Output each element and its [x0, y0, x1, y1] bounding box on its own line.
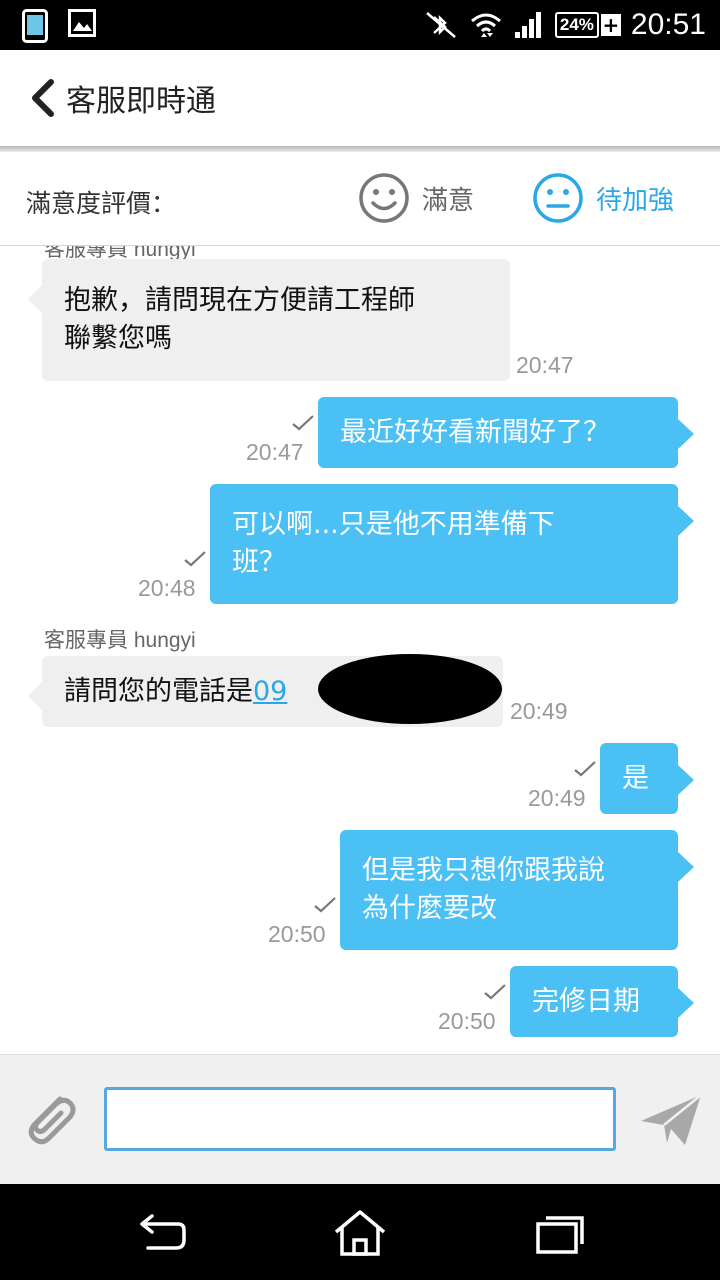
message-time: 20:47 — [516, 352, 574, 378]
battery-percent: 24% — [554, 12, 599, 38]
message-time: 20:49 — [528, 785, 586, 811]
status-time: 20:51 — [630, 8, 706, 41]
phone-number-link[interactable]: 09 — [253, 673, 287, 711]
message-text: 最近好好看新聞好了？ — [340, 416, 610, 448]
charging-icon: + — [600, 13, 621, 37]
rating-satisfied-button[interactable]: 滿意 — [358, 172, 474, 224]
nav-recents-icon — [536, 1216, 584, 1254]
nav-home-icon — [334, 1210, 386, 1256]
message-bubble-outgoing[interactable]: 但是我只想你跟我說 為什麼要改 — [340, 830, 694, 950]
read-check-icon — [484, 984, 506, 1000]
message-bubble-outgoing[interactable]: 完修日期 — [510, 966, 694, 1037]
message-text: 抱歉，請問現在方便請工程師 — [64, 285, 415, 316]
system-nav-bar — [0, 1184, 720, 1280]
paperclip-icon — [28, 1096, 76, 1145]
read-check-icon — [574, 761, 596, 777]
message-text: 但是我只想你跟我說 — [362, 855, 605, 886]
image-notification-icon — [68, 9, 96, 37]
composer — [0, 1054, 720, 1184]
rating-bar: 滿意度評價： 滿意 待加強 — [0, 152, 720, 246]
send-plane-icon — [641, 1094, 702, 1145]
read-check-icon — [314, 897, 336, 913]
message-time: 20:50 — [438, 1008, 496, 1034]
page-title: 客服即時通 — [66, 84, 216, 119]
nav-recents-button[interactable] — [532, 1208, 592, 1258]
read-check-icon — [292, 415, 314, 431]
smile-face-icon — [359, 173, 409, 223]
redaction-mark — [318, 654, 502, 724]
app-header: 客服即時通 — [0, 50, 720, 146]
message-sender: 客服專員 hungyi — [44, 629, 196, 652]
message-bubble-outgoing[interactable]: 是 — [600, 743, 694, 814]
message-text: 可以啊...只是他不用準備下 — [232, 509, 555, 540]
message-text: 班？ — [232, 547, 286, 578]
rating-label: 滿意度評價： — [26, 189, 177, 218]
message-input[interactable] — [104, 1087, 616, 1151]
phone-notification-icon — [22, 9, 48, 43]
message-time: 20:48 — [138, 575, 196, 601]
message-text: 請問您的電話是 — [64, 675, 253, 707]
message-text: 是 — [622, 762, 649, 794]
back-arrow-icon — [32, 79, 54, 117]
send-button[interactable] — [638, 1091, 704, 1149]
neutral-face-icon — [533, 173, 583, 223]
message-bubble-outgoing[interactable]: 可以啊...只是他不用準備下 班？ — [210, 484, 694, 604]
wifi-icon — [470, 13, 501, 37]
signal-icon — [514, 12, 541, 38]
message-time: 20:47 — [246, 439, 304, 465]
bluetooth-off-icon — [426, 12, 456, 38]
rating-satisfied-label: 滿意 — [422, 185, 475, 216]
back-button[interactable] — [12, 68, 72, 128]
message-time: 20:49 — [510, 698, 568, 724]
message-bubble-incoming[interactable]: 抱歉，請問現在方便請工程師 聯繫您嗎 — [28, 259, 510, 381]
rating-improve-label: 待加強 — [596, 185, 675, 216]
message-text: 聯繫您嗎 — [64, 323, 172, 354]
attach-button[interactable] — [16, 1085, 82, 1151]
nav-home-button[interactable] — [330, 1208, 390, 1258]
status-bar: 24% + 20:51 — [0, 0, 720, 50]
message-text: 為什麼要改 — [362, 893, 497, 924]
message-bubble-outgoing[interactable]: 最近好好看新聞好了？ — [318, 397, 694, 468]
read-check-icon — [184, 551, 206, 567]
message-time: 20:50 — [268, 921, 326, 947]
battery-indicator: 24% + — [554, 12, 621, 38]
nav-back-button[interactable] — [128, 1208, 188, 1258]
rating-improve-button[interactable]: 待加強 — [532, 172, 674, 224]
message-text: 完修日期 — [532, 985, 640, 1017]
nav-back-icon — [140, 1214, 186, 1250]
chat-area[interactable]: 客服專員 hungyi 抱歉，請問現在方便請工程師 聯繫您嗎 20:47 20:… — [0, 246, 720, 1054]
